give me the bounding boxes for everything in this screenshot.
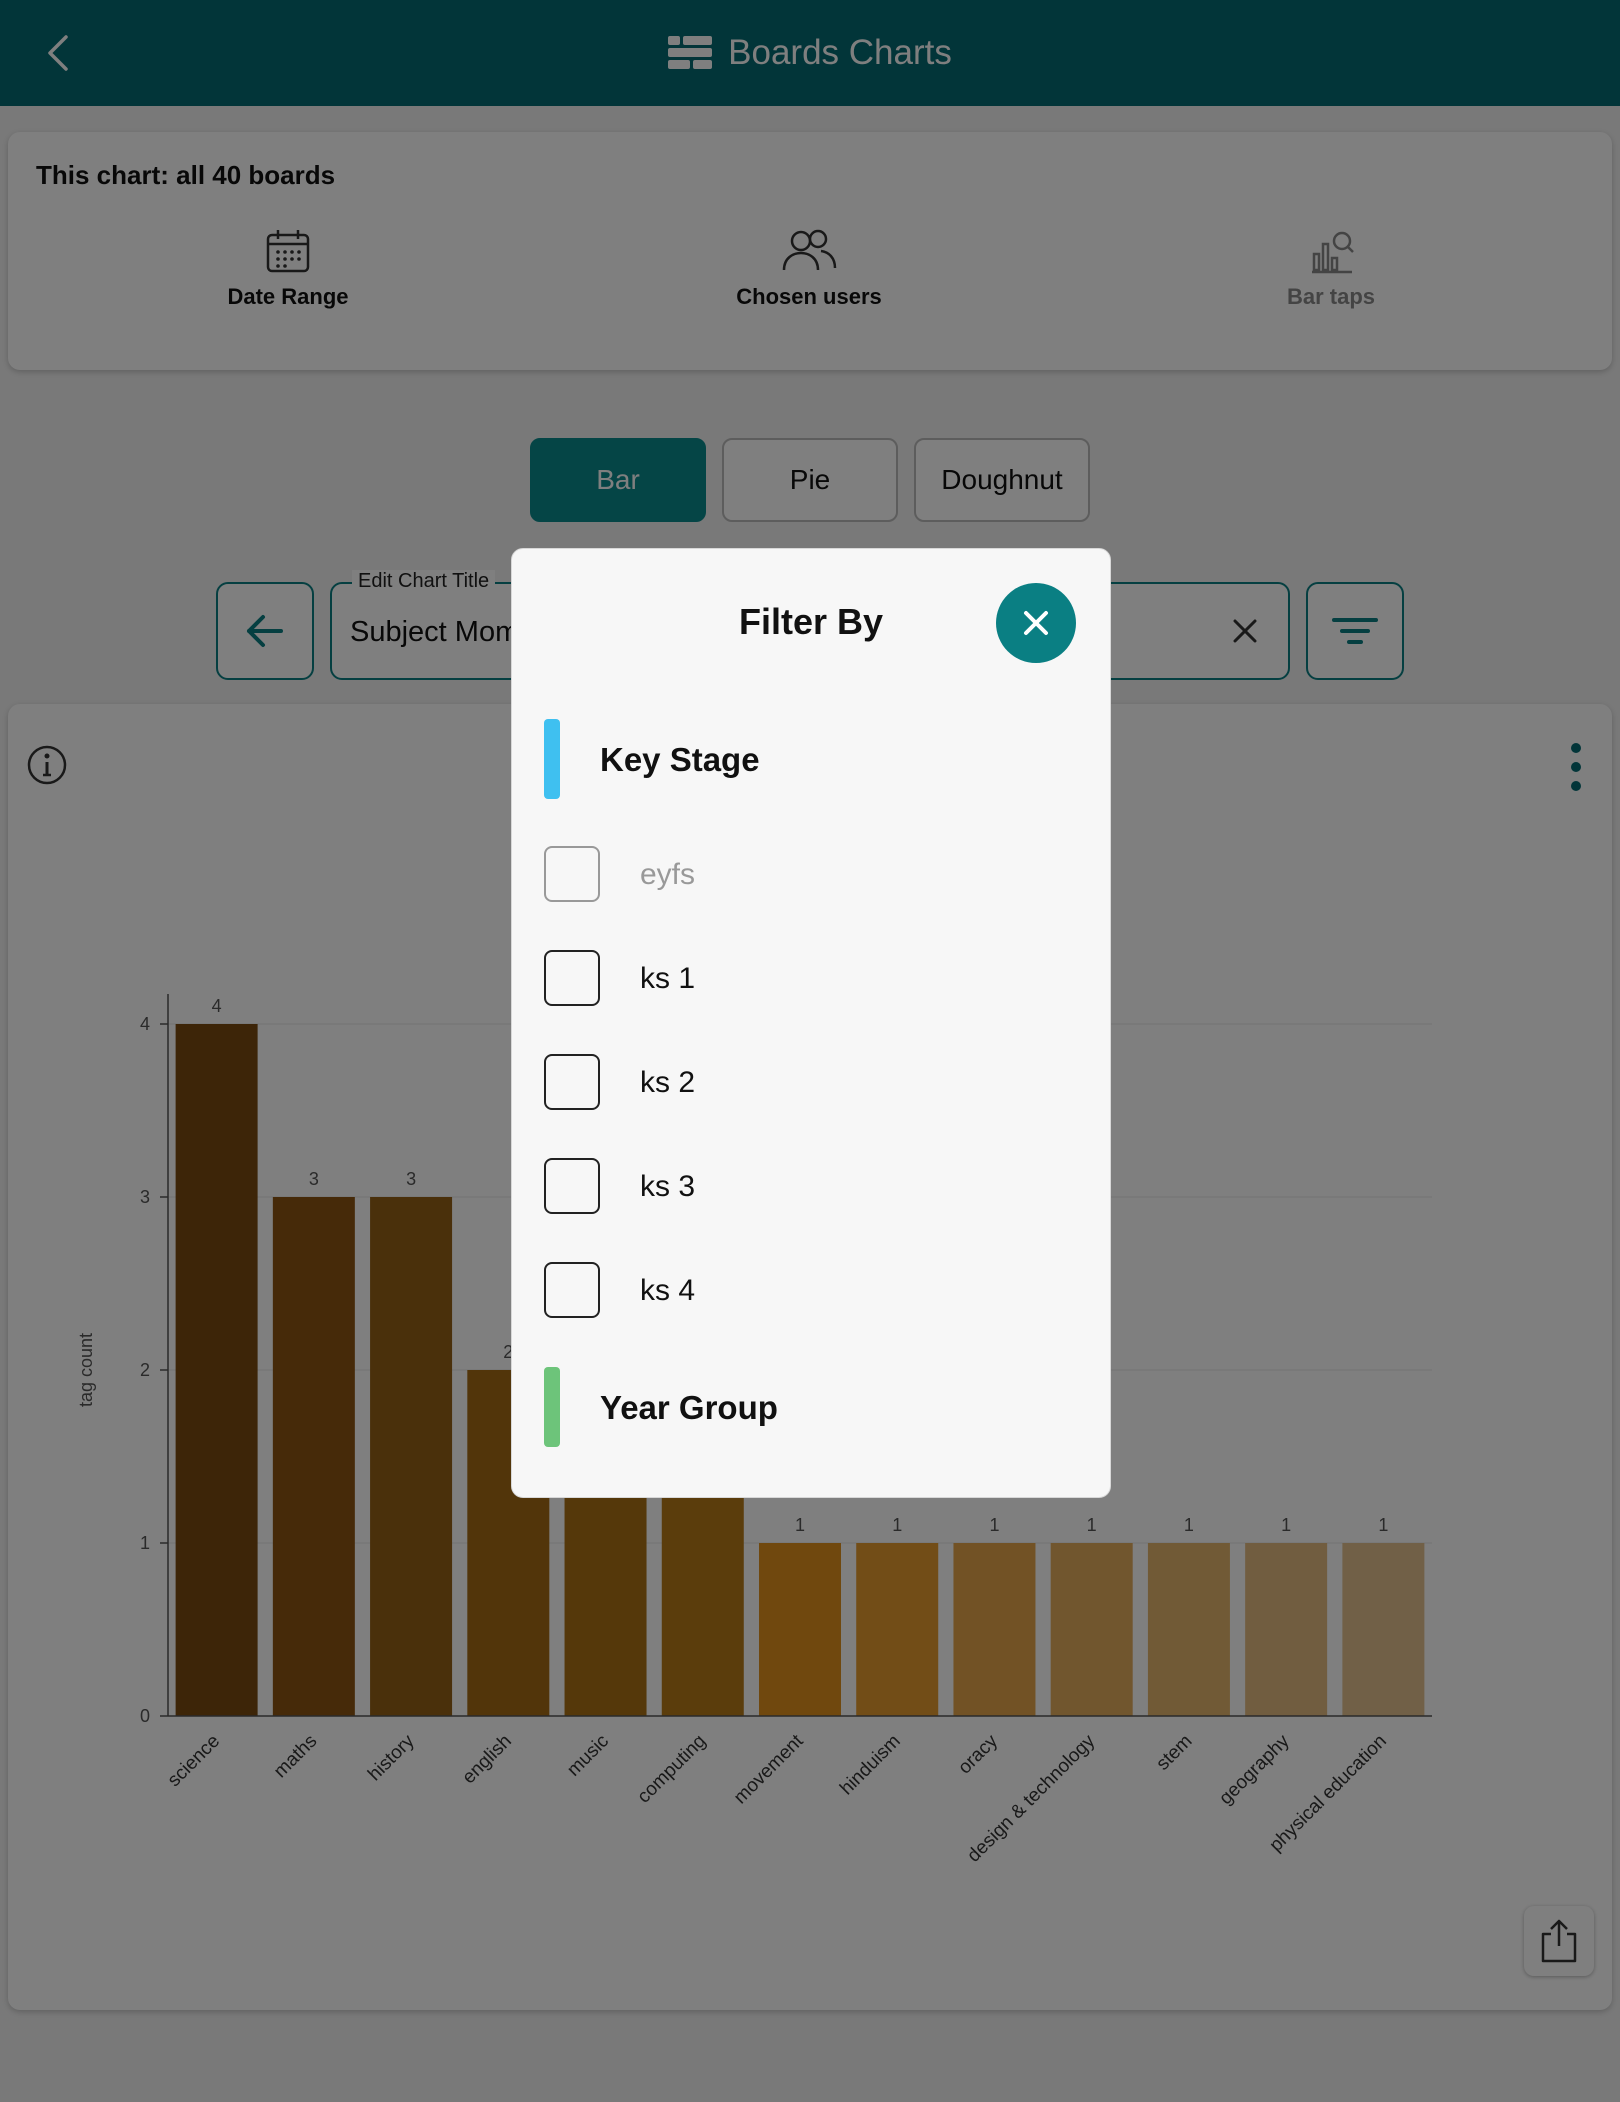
section-label: Year Group <box>600 1389 778 1426</box>
section-label: Key Stage <box>600 741 760 778</box>
checkbox[interactable] <box>544 846 600 902</box>
checkbox[interactable] <box>544 950 600 1006</box>
filter-option-ks2[interactable]: ks 2 <box>544 1054 1064 1112</box>
option-label: eyfs <box>640 858 696 891</box>
filter-option-ks4[interactable]: ks 4 <box>544 1262 1064 1320</box>
filter-option-ks3[interactable]: ks 3 <box>544 1158 1064 1216</box>
option-label: ks 1 <box>640 962 696 995</box>
option-label: ks 3 <box>640 1170 696 1203</box>
option-label: ks 2 <box>640 1066 696 1099</box>
section-key-stage[interactable]: Key Stage <box>544 719 1064 799</box>
checkbox[interactable] <box>544 1054 600 1110</box>
filter-option-ks1[interactable]: ks 1 <box>544 950 1064 1008</box>
filter-modal: Filter By Key Stage eyfs ks 1 ks 2 ks 3 … <box>511 548 1111 1498</box>
checkbox[interactable] <box>544 1158 600 1214</box>
close-icon <box>1024 611 1048 635</box>
close-modal-button[interactable] <box>996 583 1076 663</box>
checkbox[interactable] <box>544 1262 600 1318</box>
section-color-bar <box>544 1367 560 1447</box>
section-color-bar <box>544 719 560 799</box>
section-year-group[interactable]: Year Group <box>544 1367 1064 1447</box>
filter-option-eyfs[interactable]: eyfs <box>544 846 1064 904</box>
option-label: ks 4 <box>640 1274 696 1307</box>
